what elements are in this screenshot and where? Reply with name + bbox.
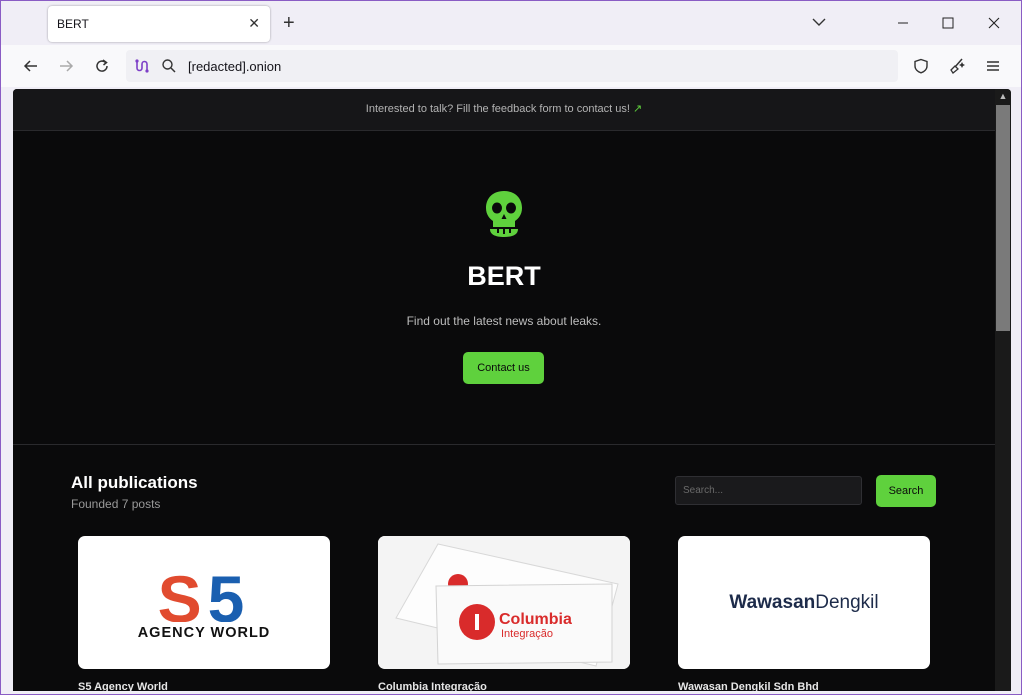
search-icon: [159, 56, 179, 76]
columbia-logo: Columbia Integração: [378, 536, 630, 669]
external-arrow-icon: ↗: [632, 103, 643, 115]
url-bar[interactable]: [redacted].onion: [126, 50, 898, 82]
logo-agency-text: AGENCY WORLD: [138, 625, 271, 641]
back-arrow-icon[interactable]: [21, 56, 41, 76]
card-caption[interactable]: S5 Agency World: [78, 681, 168, 691]
publications-heading: All publications: [71, 473, 198, 492]
logo-dengkil-text: Dengkil: [815, 592, 878, 613]
svg-text:WawasanDengkil: WawasanDengkil: [729, 592, 878, 613]
logo-integracao-text: Integração: [501, 628, 553, 640]
maximize-icon[interactable]: [938, 13, 958, 33]
feedback-banner[interactable]: Interested to talk? Fill the feedback fo…: [13, 89, 995, 131]
new-tab-icon[interactable]: +: [283, 13, 295, 33]
close-window-icon[interactable]: [984, 13, 1004, 33]
scrollbar-thumb[interactable]: [996, 105, 1010, 331]
card-caption[interactable]: Columbia Integração: [378, 681, 487, 691]
close-tab-icon[interactable]: ✕: [248, 16, 260, 30]
logo-wawasan-text: Wawasan: [729, 592, 815, 613]
new-identity-icon[interactable]: [947, 56, 967, 76]
site-title: BERT: [467, 261, 541, 291]
reload-icon[interactable]: [92, 56, 112, 76]
web-content: Interested to talk? Fill the feedback fo…: [13, 89, 1011, 691]
shield-icon[interactable]: [911, 56, 931, 76]
card-caption[interactable]: Wawasan Dengkil Sdn Bhd: [678, 681, 819, 691]
publication-card[interactable]: S5 AGENCY WORLD: [78, 536, 330, 669]
tab-bert[interactable]: BERT ✕: [48, 6, 270, 42]
url-text: [redacted].onion: [188, 59, 282, 74]
publications-count: Founded 7 posts: [71, 497, 161, 511]
minimize-icon[interactable]: [893, 13, 913, 33]
feedback-banner-label: Interested to talk? Fill the feedback fo…: [365, 103, 630, 115]
tor-circuit-icon[interactable]: [132, 56, 152, 76]
hero-section: BERT Find out the latest news about leak…: [13, 131, 995, 445]
search-input[interactable]: [675, 476, 862, 505]
publication-card[interactable]: WawasanDengkil: [678, 536, 930, 669]
scroll-up-icon[interactable]: ▲: [995, 89, 1011, 103]
site-subtitle: Find out the latest news about leaks.: [406, 314, 602, 328]
publication-card[interactable]: Columbia Integração: [378, 536, 630, 669]
menu-icon[interactable]: [983, 56, 1003, 76]
tab-title: BERT: [57, 17, 89, 31]
skull-icon: [486, 191, 522, 237]
nav-bar: [redacted].onion: [1, 45, 1021, 87]
search-button[interactable]: Search: [876, 475, 936, 507]
contact-us-button[interactable]: Contact us: [463, 352, 544, 384]
chevron-down-icon[interactable]: [811, 14, 827, 30]
forward-arrow-icon[interactable]: [56, 56, 76, 76]
logo-columbia-text: Columbia: [499, 611, 572, 628]
feedback-banner-text[interactable]: Interested to talk? Fill the feedback fo…: [13, 102, 995, 115]
tab-strip: BERT ✕ +: [1, 1, 1021, 45]
s5-agency-world-logo: S5 AGENCY WORLD: [102, 562, 310, 641]
wawasan-dengkil-logo: WawasanDengkil: [729, 592, 878, 613]
browser-window: BERT ✕ + [redacted].onion Interested to …: [0, 0, 1022, 695]
